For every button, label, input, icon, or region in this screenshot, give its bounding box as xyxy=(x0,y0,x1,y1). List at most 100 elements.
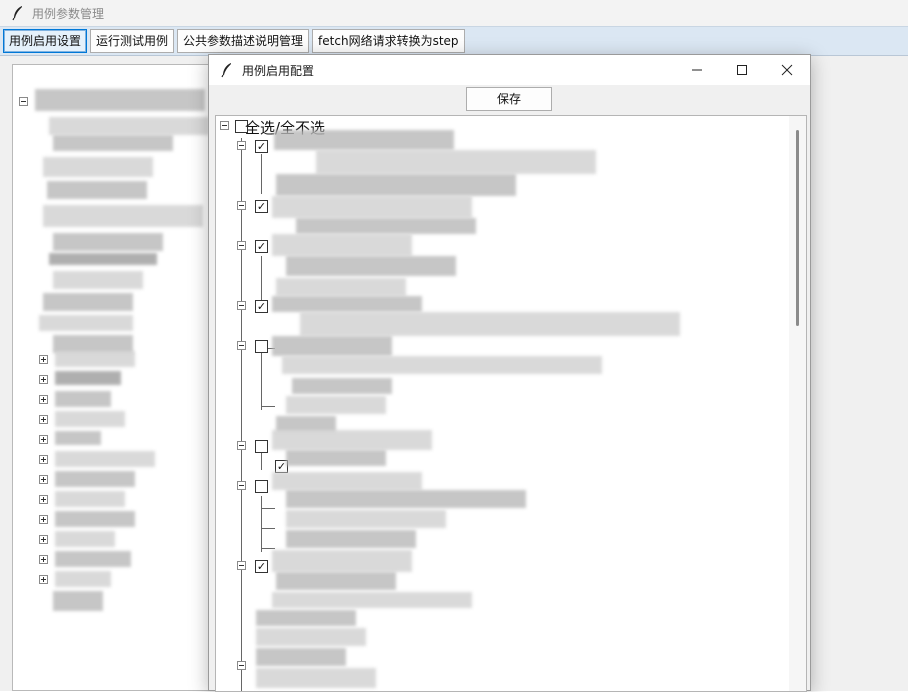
save-button[interactable]: 保存 xyxy=(466,87,552,111)
tree-collapse-toggle[interactable] xyxy=(237,561,246,570)
obscured-content xyxy=(286,450,386,466)
node-checkbox[interactable]: ✓ xyxy=(255,300,268,313)
obscured-content xyxy=(39,315,133,331)
obscured-content xyxy=(272,234,412,256)
obscured-content xyxy=(272,296,422,312)
tree-connector xyxy=(261,548,275,549)
obscured-content xyxy=(272,430,432,450)
feather-icon xyxy=(221,63,231,78)
tree-collapse-toggle[interactable] xyxy=(237,341,246,350)
tree-expand-toggle[interactable] xyxy=(39,455,48,464)
obscured-content xyxy=(286,510,446,528)
obscured-content xyxy=(55,531,115,547)
feather-icon xyxy=(12,6,22,21)
obscured-content xyxy=(286,256,456,276)
tree-connector xyxy=(261,256,262,300)
minimize-button[interactable] xyxy=(674,55,720,85)
tree-expand-toggle[interactable] xyxy=(39,555,48,564)
node-checkbox[interactable]: ✓ xyxy=(255,560,268,573)
obscured-content xyxy=(256,628,366,646)
obscured-content xyxy=(272,592,472,608)
tree-scrollbar[interactable] xyxy=(789,116,806,691)
obscured-content xyxy=(55,391,111,407)
case-tree[interactable]: 全选/全不选 ✓ ✓ ✓ ✓ ✓ ✓ xyxy=(215,115,807,692)
obscured-content xyxy=(43,157,153,177)
obscured-content xyxy=(274,130,454,150)
tree-collapse-toggle[interactable] xyxy=(19,97,28,106)
maximize-icon xyxy=(737,65,747,75)
close-button[interactable] xyxy=(764,55,810,85)
maximize-button[interactable] xyxy=(719,55,765,85)
tree-expand-toggle[interactable] xyxy=(39,575,48,584)
tree-connector xyxy=(261,508,275,509)
node-checkbox[interactable] xyxy=(255,440,268,453)
tree-expand-toggle[interactable] xyxy=(39,515,48,524)
obscured-content xyxy=(282,356,602,374)
scrollbar-thumb[interactable] xyxy=(796,130,799,326)
obscured-content xyxy=(272,196,472,218)
tree-collapse-toggle[interactable] xyxy=(237,141,246,150)
tree-collapse-toggle[interactable] xyxy=(237,661,246,670)
tree-collapse-toggle[interactable] xyxy=(237,441,246,450)
node-checkbox[interactable] xyxy=(255,480,268,493)
tree-expand-toggle[interactable] xyxy=(39,355,48,364)
tab-run-test-cases[interactable]: 运行测试用例 xyxy=(90,29,175,53)
tree-expand-toggle[interactable] xyxy=(39,475,48,484)
main-toolbar: 用例启用设置 运行测试用例 公共参数描述说明管理 fetch网络请求转换为ste… xyxy=(0,26,908,56)
obscured-content xyxy=(296,218,476,234)
tree-collapse-toggle[interactable] xyxy=(237,241,246,250)
dialog-title: 用例启用配置 xyxy=(242,63,315,78)
obscured-content xyxy=(316,150,596,174)
left-tree-panel[interactable] xyxy=(12,64,212,691)
obscured-content xyxy=(276,174,516,196)
obscured-content xyxy=(55,471,135,487)
tree-expand-toggle[interactable] xyxy=(39,435,48,444)
close-icon xyxy=(781,64,793,76)
obscured-content xyxy=(286,396,386,414)
tree-collapse-toggle[interactable] xyxy=(220,121,229,130)
obscured-content xyxy=(286,490,526,508)
tree-collapse-toggle[interactable] xyxy=(237,301,246,310)
node-checkbox[interactable]: ✓ xyxy=(255,200,268,213)
tree-connector xyxy=(261,452,262,470)
obscured-content xyxy=(53,591,103,611)
obscured-content xyxy=(55,411,125,427)
tab-fetch-to-step[interactable]: fetch网络请求转换为step xyxy=(312,29,465,53)
tab-public-param-docs[interactable]: 公共参数描述说明管理 xyxy=(177,29,310,53)
main-titlebar: 用例参数管理 xyxy=(0,0,908,26)
tree-connector xyxy=(261,154,262,194)
obscured-content xyxy=(53,135,173,151)
tree-connector xyxy=(261,406,275,407)
obscured-content xyxy=(55,551,131,567)
tree-collapse-toggle[interactable] xyxy=(237,481,246,490)
obscured-content xyxy=(47,181,147,199)
app-window: 用例参数管理 用例启用设置 运行测试用例 公共参数描述说明管理 fetch网络请… xyxy=(0,0,908,692)
node-checkbox[interactable] xyxy=(255,340,268,353)
tree-expand-toggle[interactable] xyxy=(39,535,48,544)
obscured-content xyxy=(256,668,376,688)
obscured-content xyxy=(286,530,416,548)
obscured-content xyxy=(43,293,133,311)
case-enable-dialog: 用例启用配置 保存 全选/全不选 ✓ ✓ ✓ ✓ ✓ ✓ xyxy=(208,54,811,692)
tree-collapse-toggle[interactable] xyxy=(237,201,246,210)
dialog-titlebar[interactable]: 用例启用配置 xyxy=(209,55,810,85)
node-checkbox[interactable]: ✓ xyxy=(255,240,268,253)
obscured-content xyxy=(55,371,121,385)
obscured-content xyxy=(276,278,406,296)
node-checkbox[interactable]: ✓ xyxy=(255,140,268,153)
tree-expand-toggle[interactable] xyxy=(39,495,48,504)
obscured-content xyxy=(55,451,155,467)
tree-connector xyxy=(261,496,262,552)
tree-expand-toggle[interactable] xyxy=(39,375,48,384)
tree-connector xyxy=(261,528,275,529)
obscured-content xyxy=(300,312,680,336)
tree-expand-toggle[interactable] xyxy=(39,415,48,424)
obscured-content xyxy=(256,648,346,666)
tree-expand-toggle[interactable] xyxy=(39,395,48,404)
tab-case-enable-settings[interactable]: 用例启用设置 xyxy=(3,29,88,53)
obscured-content xyxy=(55,491,125,507)
main-window-title: 用例参数管理 xyxy=(32,6,105,21)
minimize-icon xyxy=(692,69,702,71)
obscured-content xyxy=(276,572,396,590)
obscured-content xyxy=(49,117,209,135)
